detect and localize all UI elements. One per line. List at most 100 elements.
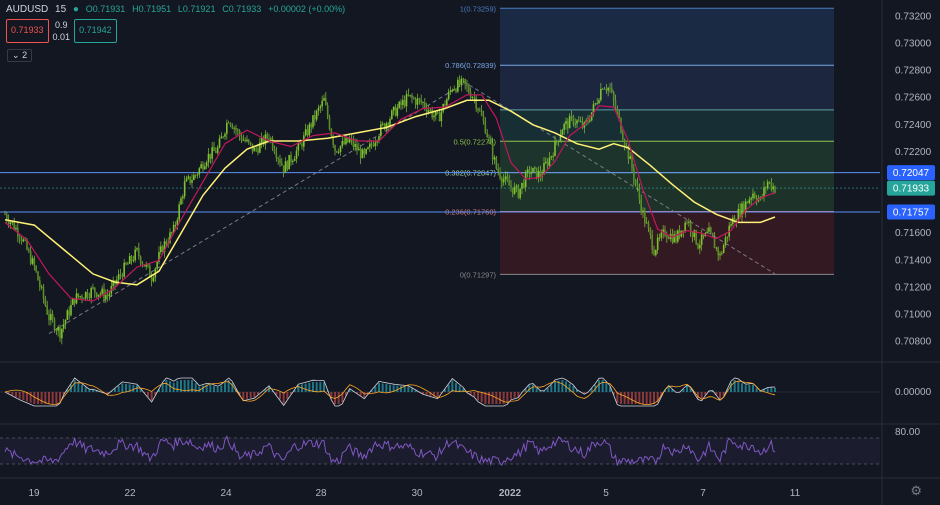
osc-bar [752, 384, 754, 392]
candle-body [702, 234, 705, 237]
osc-bar [400, 386, 402, 392]
candle-body [297, 143, 300, 151]
candle-body [249, 142, 252, 144]
candle-body [656, 237, 659, 250]
osc-bar [480, 392, 483, 403]
candle-body [191, 179, 193, 183]
candle-body [475, 97, 477, 109]
low-value: L0.71921 [177, 4, 216, 14]
candle-body [270, 138, 272, 140]
candle-body [77, 293, 80, 297]
candle-body [31, 258, 34, 264]
candle-body [290, 154, 292, 162]
candle-body [57, 326, 59, 331]
candle-body [488, 137, 490, 139]
candle-body [750, 198, 752, 200]
candle-body [117, 274, 120, 280]
candle-body [466, 84, 468, 87]
candle-body [123, 262, 125, 277]
candle-body [40, 286, 43, 288]
candle-body [699, 244, 701, 249]
candle-body [257, 148, 259, 153]
candle-body [156, 261, 158, 269]
candle-body [9, 222, 12, 225]
candle-body [244, 139, 246, 142]
symbol-label[interactable]: AUDUSD [6, 4, 48, 15]
candle-body [502, 179, 505, 183]
osc-bar [385, 384, 388, 392]
candle-body [255, 147, 257, 149]
interval-label[interactable]: 15 [55, 4, 66, 15]
candle-body [396, 107, 399, 116]
candle-body [35, 265, 37, 272]
fib-zone [500, 172, 834, 212]
candle-body [673, 234, 675, 243]
candle-body [108, 293, 111, 297]
indicators-toggle[interactable]: ⌄ 2 [7, 49, 33, 62]
gear-icon[interactable]: ⚙ [910, 483, 922, 499]
candle-body [513, 186, 516, 194]
candle-body [515, 185, 518, 187]
candle-body [134, 249, 136, 261]
candle-body [304, 129, 307, 136]
candle-body [535, 167, 538, 179]
candle-body [68, 310, 70, 316]
osc-bar [374, 386, 377, 392]
osc-bar [744, 385, 747, 392]
candle-body [576, 120, 578, 124]
candle-body [603, 88, 606, 90]
candle-body [299, 143, 301, 145]
osc-bar [770, 387, 773, 392]
candle-body [431, 109, 433, 118]
osc-bar [477, 392, 479, 401]
candle-body [202, 164, 204, 170]
osc-bar [286, 392, 289, 399]
osc-bar [407, 386, 410, 392]
candle-body [416, 98, 419, 105]
candle-body [381, 123, 384, 125]
candle-body [130, 256, 133, 261]
candle-body [473, 97, 476, 99]
time-tick-label: 11 [790, 488, 801, 499]
candle-body [83, 298, 85, 300]
candle-body [106, 294, 109, 297]
osc-bar [147, 392, 149, 397]
fib-level-label: 0(0.71297) [460, 270, 497, 279]
spread-top: 0.9 [55, 20, 68, 30]
osc-bar [389, 384, 391, 392]
candle-body [655, 249, 657, 256]
fib-zone [500, 109, 834, 142]
candle-body [345, 138, 347, 145]
fibonacci-retracement[interactable]: 1(0.73259)0.786(0.72839)0.5(0.72278)0.38… [445, 4, 834, 279]
sell-button[interactable]: 0.71933 [6, 19, 49, 43]
candle-body [101, 288, 103, 294]
osc-bar [88, 389, 91, 392]
osc-bar [447, 384, 450, 392]
chart-canvas[interactable]: 1(0.73259)0.786(0.72839)0.5(0.72278)0.38… [0, 0, 940, 505]
osc-bar [502, 392, 505, 404]
candle-body [273, 148, 276, 153]
candle-body [600, 88, 602, 101]
osc-bar [150, 392, 153, 401]
spread-bottom: 0.01 [52, 32, 71, 42]
osc-bar [121, 383, 124, 392]
osc-bar [282, 392, 285, 404]
candle-body [451, 90, 454, 91]
candle-body [306, 129, 309, 136]
candle-body [686, 222, 688, 224]
candle-body [22, 239, 25, 242]
candle-body [647, 222, 650, 229]
candle-body [616, 108, 619, 113]
candle-body [242, 139, 245, 141]
buy-button[interactable]: 0.71942 [74, 19, 117, 43]
candle-body [691, 232, 694, 237]
candle-body [359, 148, 362, 159]
candle-body [700, 234, 703, 245]
candle-body [266, 134, 268, 139]
candle-body [18, 236, 21, 238]
candle-body [645, 222, 648, 224]
candle-body [325, 98, 327, 105]
open-value: O0.71931 [85, 4, 126, 14]
osc-bar [117, 386, 120, 392]
price-tick-label: 0.71600 [895, 228, 932, 239]
